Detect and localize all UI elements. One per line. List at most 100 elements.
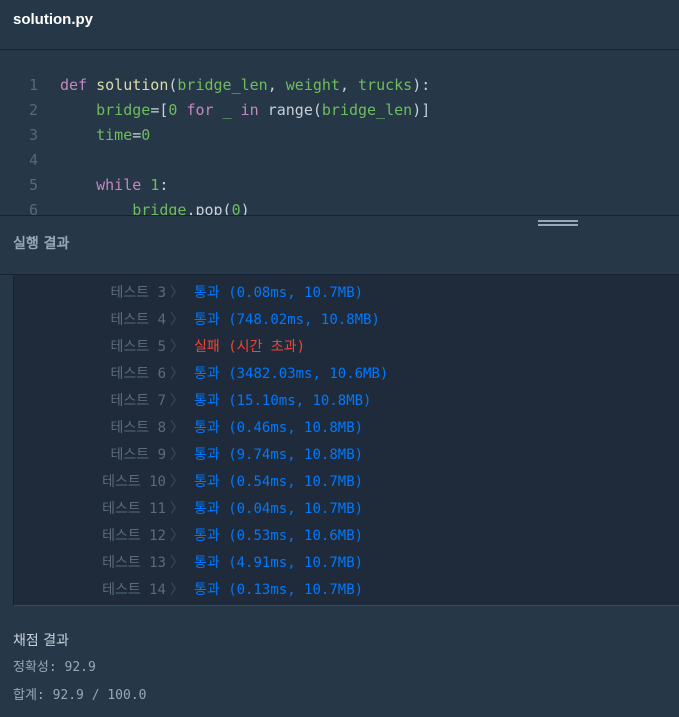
line-number: 3	[28, 126, 38, 144]
code-text: bridge.pop(0)	[60, 198, 250, 215]
test-result-text: 통과 (4.91ms, 10.7MB)	[194, 555, 364, 571]
line-number: 2	[28, 101, 38, 119]
chevron-right-icon: 〉	[170, 420, 184, 436]
test-result-text: 통과 (0.13ms, 10.7MB)	[194, 582, 364, 598]
chevron-right-icon: 〉	[170, 474, 184, 490]
code-token: =[	[150, 101, 169, 119]
code-token: )	[240, 201, 250, 215]
test-label: 테스트 7	[110, 393, 167, 409]
code-token: =	[132, 126, 142, 144]
code-token: trucks	[358, 76, 413, 94]
code-token: bridge	[132, 201, 187, 215]
chevron-right-icon: 〉	[170, 285, 184, 301]
chevron-right-icon: 〉	[170, 366, 184, 382]
code-token: .pop(	[186, 201, 232, 215]
result-title: 실행 결과	[13, 236, 70, 252]
code-text: while 1:	[60, 173, 168, 198]
code-text: bridge=[0 for _ in range(bridge_len)]	[60, 98, 430, 123]
test-result-text: 통과 (3482.03ms, 10.6MB)	[194, 366, 389, 382]
code-editor[interactable]: 1 def solution(bridge_len, weight, trucks…	[0, 50, 679, 215]
accuracy-score: 정확성: 92.9	[13, 660, 96, 675]
test-result-row: 테스트 9 〉 통과 (9.74ms, 10.8MB)	[14, 442, 674, 469]
code-token: ,	[339, 76, 359, 94]
code-token: bridge_len	[177, 76, 268, 94]
test-result-text: 통과 (0.54ms, 10.7MB)	[194, 474, 364, 490]
test-result-text: 통과 (0.46ms, 10.8MB)	[194, 420, 364, 436]
drag-handle-icon[interactable]	[538, 220, 578, 228]
line-number: 1	[28, 76, 38, 94]
code-token: bridge_len	[321, 101, 413, 119]
test-result-text: 통과 (0.04ms, 10.7MB)	[194, 501, 364, 517]
line-number: 6	[28, 201, 38, 215]
test-result-text: 통과 (748.02ms, 10.8MB)	[194, 312, 380, 328]
test-label: 테스트 3	[110, 285, 167, 301]
test-label: 테스트 14	[102, 582, 166, 598]
test-result-row: 테스트 14 〉 통과 (0.13ms, 10.7MB)	[14, 577, 674, 604]
code-token: ):	[412, 76, 431, 94]
test-result-row: 테스트 12 〉 통과 (0.53ms, 10.6MB)	[14, 523, 674, 550]
code-token: def	[60, 76, 97, 94]
test-label: 테스트 10	[102, 474, 166, 490]
test-results-console: 테스트 3 〉 통과 (0.08ms, 10.7MB) 테스트 4 〉 통과 (748.0…	[13, 275, 679, 606]
code-token: :	[159, 176, 169, 194]
test-result-text: 통과 (0.53ms, 10.6MB)	[194, 528, 364, 544]
chevron-right-icon: 〉	[170, 501, 184, 517]
code-token: range(	[258, 101, 322, 119]
code-token: weight	[285, 76, 340, 94]
test-label: 테스트 5	[110, 339, 167, 355]
chevron-right-icon: 〉	[170, 339, 184, 355]
chevron-right-icon: 〉	[170, 447, 184, 463]
test-result-row: 테스트 3 〉 통과 (0.08ms, 10.7MB)	[14, 280, 674, 307]
chevron-right-icon: 〉	[170, 582, 184, 598]
test-label: 테스트 11	[102, 501, 166, 517]
test-result-row: 테스트 8 〉 통과 (0.46ms, 10.8MB)	[14, 415, 674, 442]
code-token: 0	[231, 201, 241, 215]
chevron-right-icon: 〉	[170, 312, 184, 328]
line-number: 5	[28, 176, 38, 194]
line-number: 4	[28, 151, 38, 169]
grading-title: 채점 결과	[13, 633, 69, 649]
chevron-right-icon: 〉	[170, 393, 184, 409]
test-label: 테스트 12	[102, 528, 166, 544]
test-result-text: 통과 (0.08ms, 10.7MB)	[194, 285, 364, 301]
test-result-text: 통과 (15.10ms, 10.8MB)	[194, 393, 372, 409]
code-token: )]	[412, 101, 431, 119]
code-token: bridge	[96, 101, 151, 119]
test-label: 테스트 8	[110, 420, 167, 436]
file-header: solution.py	[0, 0, 679, 50]
test-result-row: 테스트 10 〉 통과 (0.54ms, 10.7MB)	[14, 469, 674, 496]
test-result-row: 테스트 6 〉 통과 (3482.03ms, 10.6MB)	[14, 361, 674, 388]
grading-section: 채점 결과 정확성: 92.9 합계: 92.9 / 100.0	[13, 630, 613, 708]
total-score: 합계: 92.9 / 100.0	[13, 688, 147, 703]
test-label: 테스트 13	[102, 555, 166, 571]
test-result-row: 테스트 4 〉 통과 (748.02ms, 10.8MB)	[14, 307, 674, 334]
code-token: _	[222, 101, 232, 119]
test-result-row: 테스트 13 〉 통과 (4.91ms, 10.7MB)	[14, 550, 674, 577]
test-label: 테스트 9	[110, 447, 167, 463]
test-label: 테스트 4	[110, 312, 167, 328]
code-token: while	[96, 176, 142, 194]
code-token: for	[186, 101, 214, 119]
test-result-text: 통과 (9.74ms, 10.8MB)	[194, 447, 364, 463]
test-result-text: 실패 (시간 초과)	[194, 339, 305, 355]
code-text: time=0	[60, 123, 150, 148]
result-panel-header: 실행 결과	[0, 215, 679, 275]
code-token: solution	[96, 76, 169, 94]
test-result-row: 테스트 7 〉 통과 (15.10ms, 10.8MB)	[14, 388, 674, 415]
test-label: 테스트 6	[110, 366, 167, 382]
test-result-row: 테스트 5 〉 실패 (시간 초과)	[14, 334, 674, 361]
code-token: ,	[267, 76, 286, 94]
code-token: 1	[150, 176, 160, 194]
file-title: solution.py	[13, 11, 93, 28]
code-text: def solution(bridge_len, weight, trucks)…	[60, 73, 430, 98]
code-token: 0	[141, 126, 151, 144]
test-result-row: 테스트 11 〉 통과 (0.04ms, 10.7MB)	[14, 496, 674, 523]
code-token: in	[240, 101, 259, 119]
